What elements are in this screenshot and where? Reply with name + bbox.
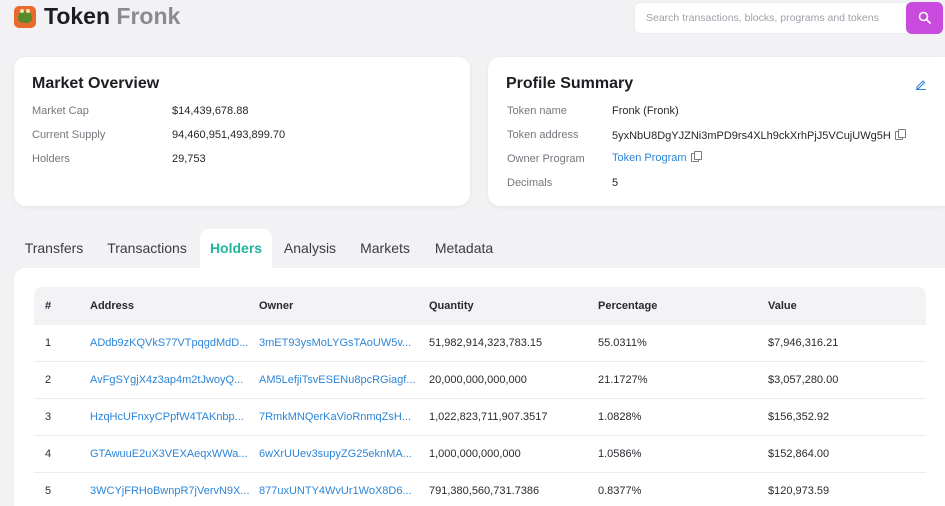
copy-icon[interactable] — [690, 151, 702, 162]
row-quantity: 20,000,000,000,000 — [429, 374, 527, 386]
search-button[interactable] — [906, 2, 943, 34]
profile-summary-card: Profile Summary Token name Fronk (Fronk)… — [488, 57, 945, 206]
market-cap-label: Market Cap — [32, 105, 89, 117]
row-rank: 1 — [45, 337, 52, 349]
table-row: 1 ADdb9zKQVkS77VTpqgdMdD... 3mET93ysMoLY… — [34, 325, 926, 362]
tab-markets[interactable]: Markets — [354, 229, 416, 269]
row-value: $3,057,280.00 — [768, 374, 839, 386]
tab-holders[interactable]: Holders — [200, 229, 272, 269]
fronk-logo-icon — [14, 6, 36, 28]
row-owner-link[interactable]: 877uxUNTY4WvUr1WoX8D6... — [259, 485, 412, 497]
search-icon — [918, 11, 931, 24]
row-value: $7,946,316.21 — [768, 337, 839, 349]
column-header-address: Address — [90, 300, 135, 312]
row-rank: 4 — [45, 448, 52, 460]
column-header-quantity: Quantity — [429, 300, 474, 312]
token-name-label: Token name — [507, 105, 567, 117]
row-address-link[interactable]: HzqHcUFnxyCPpfW4TAKnbp... — [90, 411, 244, 423]
row-owner-link[interactable]: AM5LefjiTsvESENu8pcRGiagf... — [259, 374, 416, 386]
market-overview-card: Market Overview Market Cap $14,439,678.8… — [14, 57, 470, 206]
row-value: $120,973.59 — [768, 485, 830, 497]
row-address-link[interactable]: 3WCYjFRHoBwnpR7jVervN9X... — [90, 485, 250, 497]
decimals-value: 5 — [612, 177, 619, 189]
owner-program-link[interactable]: Token Program — [612, 152, 687, 164]
token-address-value: 5yxNbU8DgYJZNi3mPD9rs4XLh9ckXrhPjJ5VCujU… — [612, 129, 906, 142]
page-title-token-name: Fronk — [116, 3, 181, 29]
row-owner-link[interactable]: 3mET93ysMoLYGsTAoUW5v... — [259, 337, 411, 349]
token-address-label: Token address — [507, 129, 579, 141]
search-input[interactable]: Search transactions, blocks, programs an… — [634, 2, 906, 34]
column-header-owner: Owner — [259, 300, 294, 312]
row-rank: 2 — [45, 374, 52, 386]
table-row: 4 GTAwuuE2uX3VEXAeqxWWa... 6wXrUUev3supy… — [34, 436, 926, 473]
row-value: $152,864.00 — [768, 448, 830, 460]
row-quantity: 51,982,914,323,783.15 — [429, 337, 543, 349]
tab-analysis[interactable]: Analysis — [278, 229, 342, 269]
row-address-link[interactable]: GTAwuuE2uX3VEXAeqxWWa... — [90, 448, 248, 460]
row-owner-link[interactable]: 6wXrUUev3supyZG25eknMA... — [259, 448, 412, 460]
row-percentage: 1.0828% — [598, 411, 642, 423]
row-percentage: 1.0586% — [598, 448, 642, 460]
column-header-rank: # — [45, 300, 52, 312]
copy-icon[interactable] — [894, 129, 906, 140]
owner-program-label: Owner Program — [507, 153, 585, 165]
row-quantity: 1,000,000,000,000 — [429, 448, 521, 460]
row-quantity: 791,380,560,731.7386 — [429, 485, 540, 497]
tab-transfers[interactable]: Transfers — [14, 229, 94, 269]
profile-summary-title: Profile Summary — [506, 75, 634, 92]
row-quantity: 1,022,823,711,907.3517 — [429, 411, 548, 423]
page-title: Token Fronk — [44, 3, 180, 30]
table-header: # Address Owner Quantity Percentage Valu… — [34, 287, 926, 325]
holders-panel: # Address Owner Quantity Percentage Valu… — [14, 268, 945, 506]
row-percentage: 0.8377% — [598, 485, 642, 497]
column-header-percentage: Percentage — [598, 300, 658, 312]
token-address-text: 5yxNbU8DgYJZNi3mPD9rs4XLh9ckXrhPjJ5VCujU… — [612, 130, 891, 142]
current-supply-value: 94,460,951,493,899.70 — [172, 129, 286, 141]
page-title-prefix: Token — [44, 3, 111, 29]
row-percentage: 21.1727% — [598, 374, 648, 386]
market-overview-title: Market Overview — [32, 75, 160, 92]
table-row: 5 3WCYjFRHoBwnpR7jVervN9X... 877uxUNTY4W… — [34, 473, 926, 506]
table-row: 2 AvFgSYgjX4z3ap4m2tJwoyQ... AM5LefjiTsv… — [34, 362, 926, 399]
current-supply-label: Current Supply — [32, 129, 106, 141]
top-bar: Token Fronk Search transactions, blocks,… — [0, 0, 945, 36]
row-value: $156,352.92 — [768, 411, 830, 423]
row-percentage: 55.0311% — [598, 337, 647, 349]
market-cap-value: $14,439,678.88 — [172, 105, 249, 117]
edit-icon[interactable] — [915, 78, 927, 90]
row-address-link[interactable]: AvFgSYgjX4z3ap4m2tJwoyQ... — [90, 374, 243, 386]
row-address-link[interactable]: ADdb9zKQVkS77VTpqgdMdD... — [90, 337, 248, 349]
holders-count-value: 29,753 — [172, 153, 206, 165]
row-owner-link[interactable]: 7RmkMNQerKaVioRnmqZsH... — [259, 411, 411, 423]
table-row: 3 HzqHcUFnxyCPpfW4TAKnbp... 7RmkMNQerKaV… — [34, 399, 926, 436]
owner-program-value: Token Program — [612, 151, 702, 164]
column-header-value: Value — [768, 300, 797, 312]
row-rank: 3 — [45, 411, 52, 423]
row-rank: 5 — [45, 485, 52, 497]
tab-transactions[interactable]: Transactions — [102, 229, 192, 269]
decimals-label: Decimals — [507, 177, 553, 189]
token-name-value: Fronk (Fronk) — [612, 105, 679, 117]
holders-count-label: Holders — [32, 153, 70, 165]
tab-metadata[interactable]: Metadata — [430, 229, 498, 269]
